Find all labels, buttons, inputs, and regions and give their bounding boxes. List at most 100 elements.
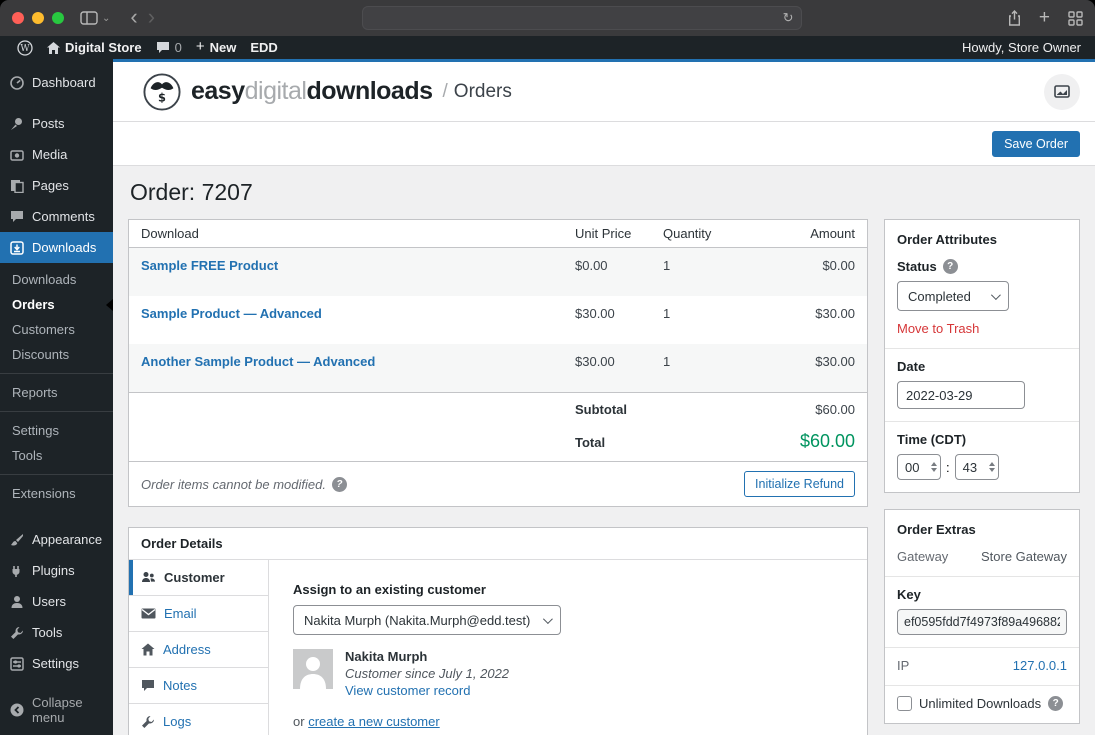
stepper-arrows-icon[interactable] (931, 462, 937, 472)
sidebar-chevron-icon[interactable]: ⌄ (102, 13, 110, 24)
hour-stepper[interactable]: 00 (897, 454, 941, 480)
unlimited-downloads-checkbox[interactable] (897, 696, 912, 711)
sidebar-item-pages[interactable]: Pages (0, 170, 113, 201)
view-customer-record-link[interactable]: View customer record (345, 683, 470, 698)
tab-overview-icon[interactable] (1068, 11, 1083, 26)
product-link[interactable]: Sample FREE Product (141, 258, 278, 273)
order-attributes-card: Order Attributes Status ? Completed (884, 219, 1080, 493)
current-page-arrow (106, 299, 113, 311)
status-section: Status ? Completed Move to Trash (885, 251, 1079, 348)
reload-icon[interactable]: ↻ (783, 10, 794, 26)
edd-logo: $ (143, 73, 181, 111)
or-text: or (293, 714, 305, 729)
share-icon[interactable] (1008, 10, 1021, 26)
brush-icon (10, 533, 24, 547)
initialize-refund-button[interactable]: Initialize Refund (744, 471, 855, 497)
forward-icon[interactable]: › (148, 4, 155, 30)
wordpress-logo-icon[interactable]: W (10, 36, 40, 59)
column-download: Download (129, 220, 563, 247)
sidebar-item-settings[interactable]: Settings (0, 648, 113, 679)
submenu-item-reports[interactable]: Reports (0, 380, 113, 405)
date-section: Date (885, 348, 1079, 421)
customer-select[interactable]: Nakita Murph (Nakita.Murph@edd.test) (293, 605, 561, 635)
sidebar-toggle-icon[interactable] (80, 11, 98, 25)
site-menu[interactable]: Digital Store (40, 36, 149, 59)
submenu-item-settings[interactable]: Settings (0, 418, 113, 443)
sidebar-item-downloads[interactable]: Downloads (0, 232, 113, 263)
new-content-menu[interactable]: + New (189, 36, 244, 59)
brand-wordmark: easydigitaldownloads (191, 77, 433, 106)
sidebar-item-comments[interactable]: Comments (0, 201, 113, 232)
howdy-account-menu[interactable]: Howdy, Store Owner (955, 36, 1085, 59)
product-link[interactable]: Sample Product — Advanced (141, 306, 322, 321)
settings-icon (10, 657, 24, 671)
move-to-trash-link[interactable]: Move to Trash (897, 321, 979, 336)
back-icon[interactable]: ‹ (130, 4, 137, 30)
sidebar-item-tools[interactable]: Tools (0, 617, 113, 648)
main-content: $ easydigitaldownloads / Orders Save Ord… (113, 59, 1095, 735)
minimize-window-button[interactable] (32, 12, 44, 24)
order-details-title: Order Details (129, 528, 867, 560)
payment-key-input[interactable] (897, 609, 1067, 635)
zoom-window-button[interactable] (52, 12, 64, 24)
order-details-tabs: Customer Email Address (129, 560, 269, 735)
ip-address-link[interactable]: 127.0.0.1 (1013, 658, 1067, 673)
tab-email[interactable]: Email (129, 596, 268, 632)
browser-window: ⌄ ‹ › ↻ + W Digital Store 0 + (0, 0, 1095, 735)
sidebar-item-plugins[interactable]: Plugins (0, 555, 113, 586)
create-new-customer-link[interactable]: create a new customer (308, 714, 440, 729)
stepper-arrows-icon[interactable] (989, 462, 995, 472)
pages-icon (10, 179, 24, 193)
fullscreen-toggle-button[interactable] (1044, 74, 1080, 110)
new-label: New (210, 40, 237, 55)
submenu-item-discounts[interactable]: Discounts (0, 342, 113, 367)
save-toolbar: Save Order (113, 122, 1095, 166)
screen-icon (1054, 85, 1070, 98)
tab-notes[interactable]: Notes (129, 668, 268, 704)
submenu-item-extensions[interactable]: Extensions (0, 481, 113, 506)
order-item-row: Another Sample Product — Advanced $30.00… (129, 344, 867, 392)
edd-admin-menu[interactable]: EDD (243, 36, 284, 59)
tab-logs[interactable]: Logs (129, 704, 268, 735)
order-items-card: Download Unit Price Quantity Amount Samp… (128, 219, 868, 507)
wrench-icon (10, 626, 24, 640)
sidebar-item-posts[interactable]: Posts (0, 108, 113, 139)
sidebar-item-users[interactable]: Users (0, 586, 113, 617)
plus-icon: + (196, 39, 205, 54)
status-select[interactable]: Completed (897, 281, 1009, 311)
column-amount: Amount (749, 220, 867, 247)
time-label: Time (CDT) (897, 432, 966, 447)
note-icon (141, 679, 155, 692)
new-tab-icon[interactable]: + (1039, 7, 1050, 29)
plug-icon (10, 564, 24, 578)
help-icon[interactable]: ? (943, 259, 958, 274)
sidebar-item-media[interactable]: Media (0, 139, 113, 170)
order-attributes-title: Order Attributes (885, 220, 1079, 251)
amount: $30.00 (749, 296, 867, 344)
submenu-item-customers[interactable]: Customers (0, 317, 113, 342)
tab-address[interactable]: Address (129, 632, 268, 668)
minute-stepper[interactable]: 43 (955, 454, 999, 480)
comment-icon (156, 41, 170, 54)
comments-menu[interactable]: 0 (149, 36, 189, 59)
product-link[interactable]: Another Sample Product — Advanced (141, 354, 375, 369)
quantity: 1 (651, 344, 749, 392)
address-bar[interactable]: ↻ (362, 6, 802, 30)
help-icon[interactable]: ? (1048, 696, 1063, 711)
help-icon[interactable]: ? (332, 477, 347, 492)
collapse-menu-button[interactable]: Collapse menu (0, 687, 113, 733)
submenu-item-downloads[interactable]: Downloads (0, 267, 113, 292)
date-input[interactable] (897, 381, 1025, 409)
close-window-button[interactable] (12, 12, 24, 24)
unit-price: $30.00 (563, 344, 651, 392)
submenu-item-tools[interactable]: Tools (0, 443, 113, 468)
svg-text:$: $ (158, 90, 166, 104)
tab-customer[interactable]: Customer (129, 560, 268, 596)
submenu-item-orders[interactable]: Orders (0, 292, 113, 317)
dashboard-icon (10, 76, 24, 90)
sidebar-item-dashboard[interactable]: Dashboard (0, 67, 113, 98)
user-icon (10, 595, 24, 609)
order-extras-title: Order Extras (885, 510, 1079, 541)
save-order-button[interactable]: Save Order (992, 131, 1080, 157)
sidebar-item-appearance[interactable]: Appearance (0, 524, 113, 555)
